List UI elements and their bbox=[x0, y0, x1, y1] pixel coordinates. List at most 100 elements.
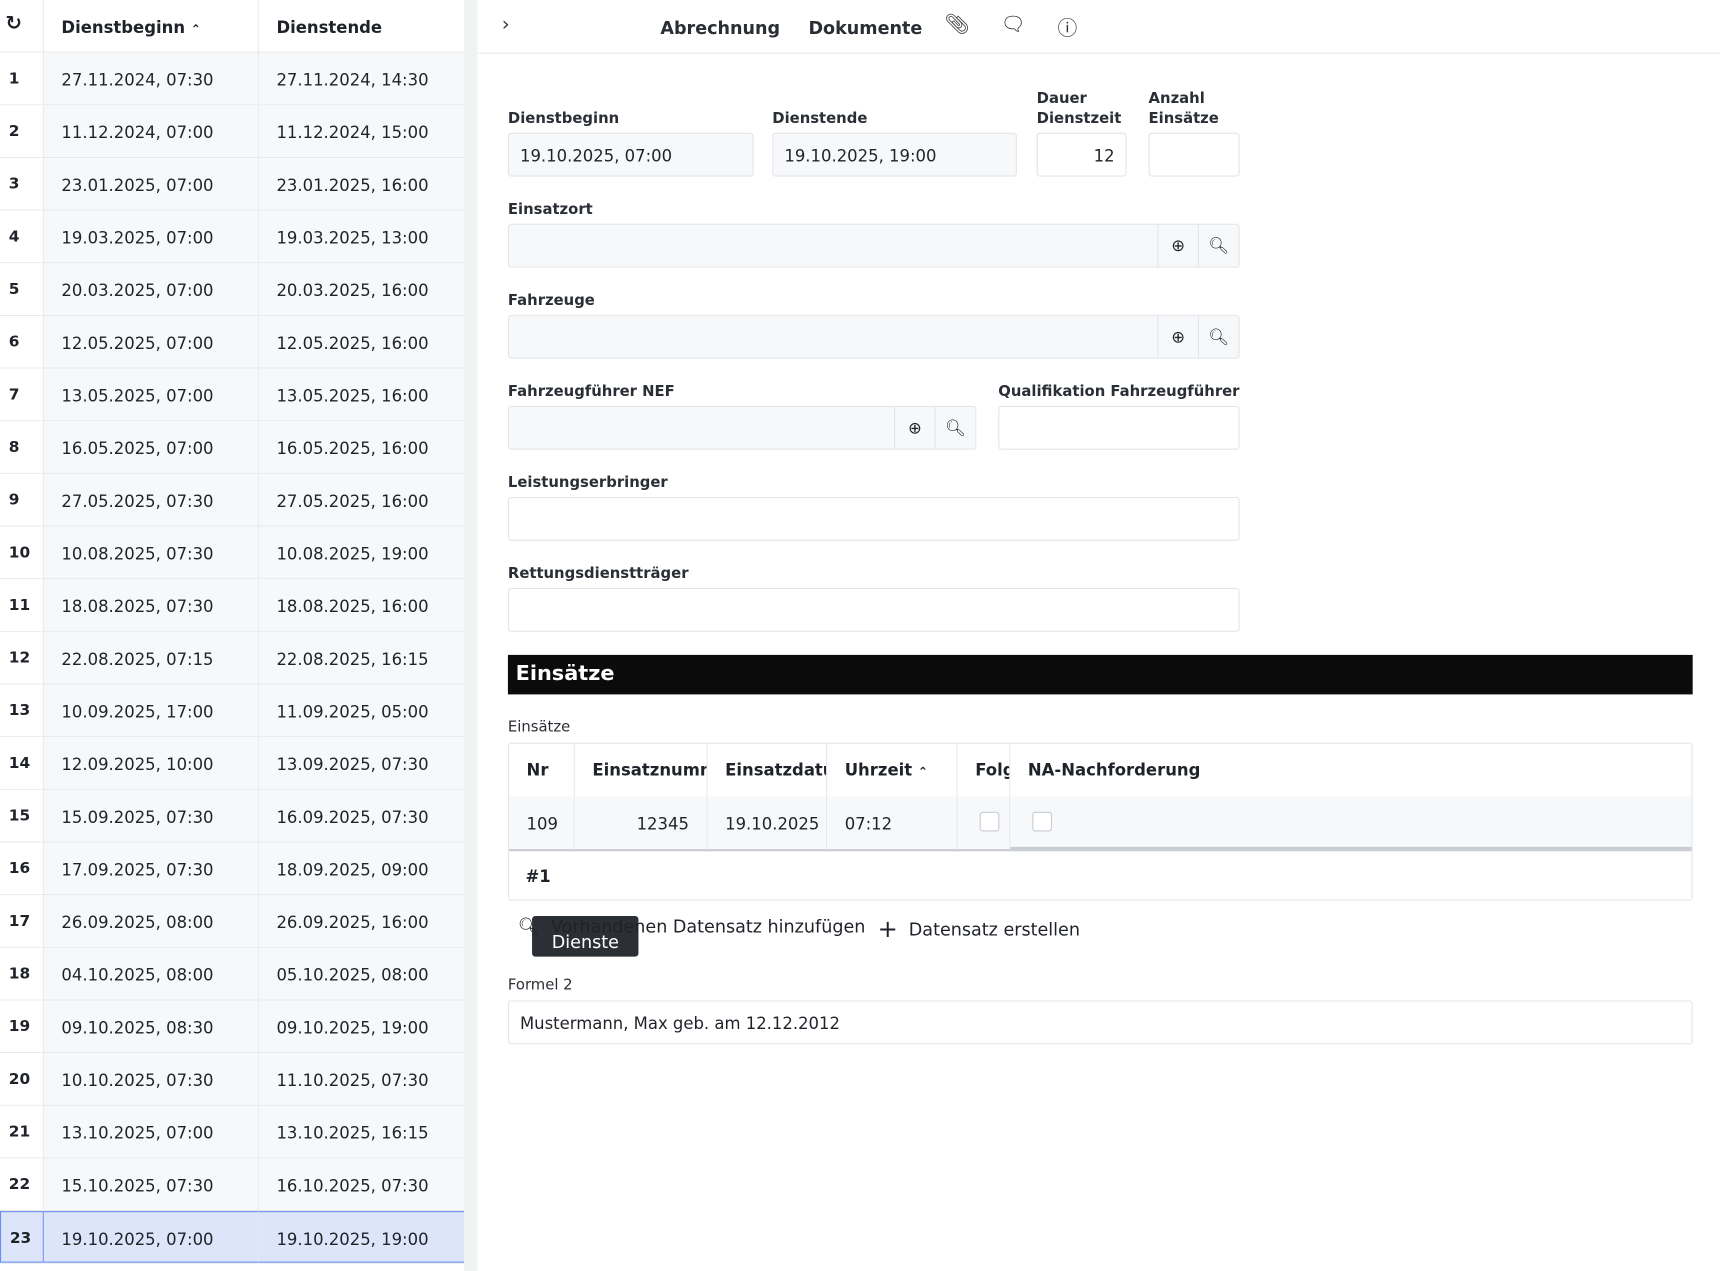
cell-dienstbeginn: 12.09.2025, 10:00 bbox=[43, 737, 259, 789]
tab-bar: › Dienste Abrechnung Dokumente 📎︎ 🗨︎ ⓘ bbox=[478, 0, 1720, 957]
row-number: 22 bbox=[0, 1158, 44, 1210]
plus-icon: + bbox=[877, 915, 898, 944]
row-number: 2 bbox=[0, 105, 44, 157]
col-nr[interactable]: Nr bbox=[509, 743, 575, 797]
list-row[interactable]: 8 16.05.2025, 07:00 16.05.2025, 16:00 bbox=[0, 421, 465, 474]
list-row[interactable]: 11 18.08.2025, 07:30 18.08.2025, 16:00 bbox=[0, 579, 465, 632]
column-header-dienstbeginn[interactable]: Dienstbeginn ⌃ bbox=[43, 0, 259, 52]
cell-uhrzeit: 07:12 bbox=[827, 796, 958, 850]
records-list: ↻ Dienstbeginn ⌃ Dienstende 1 27.11.2024,… bbox=[0, 0, 478, 1271]
cell-dienstende: 12.05.2025, 16:00 bbox=[258, 315, 465, 368]
row-number: 8 bbox=[0, 421, 44, 473]
list-row[interactable]: 23 19.10.2025, 07:00 19.10.2025, 19:00 bbox=[0, 1211, 465, 1264]
cell-dienstende: 18.09.2025, 09:00 bbox=[258, 842, 465, 895]
list-row[interactable]: 1 27.11.2024, 07:30 27.11.2024, 14:30 bbox=[0, 52, 465, 106]
cell-dienstende: 16.05.2025, 16:00 bbox=[258, 421, 465, 473]
label-qualifikation: Qualifikation Fahrzeugführer bbox=[998, 382, 1240, 401]
row-number: 13 bbox=[0, 684, 44, 737]
create-record-button[interactable]: + Datensatz erstellen bbox=[878, 916, 1080, 943]
col-na-nachforderung[interactable]: NA-Nachforderung bbox=[1010, 744, 1691, 797]
column-header-dienstende[interactable]: Dienstende bbox=[258, 0, 465, 52]
row-number: 19 bbox=[0, 1000, 44, 1053]
list-row[interactable]: 13 10.09.2025, 17:00 11.09.2025, 05:00 bbox=[0, 684, 465, 738]
search-icon: 🔍︎ bbox=[517, 915, 541, 937]
cell-dienstende: 22.08.2025, 16:15 bbox=[258, 631, 465, 684]
row-number: 23 bbox=[0, 1211, 44, 1263]
cell-dienstbeginn: 13.10.2025, 07:00 bbox=[43, 1105, 259, 1158]
list-row[interactable]: 3 23.01.2025, 07:00 23.01.2025, 16:00 bbox=[0, 157, 465, 211]
rettungsdienstraeger-field[interactable] bbox=[507, 587, 1240, 632]
fahrzeuge-field[interactable]: ⊕ 🔍︎ bbox=[507, 314, 1240, 359]
cell-dienstende: 26.09.2025, 16:00 bbox=[258, 895, 465, 947]
cell-dienstende: 11.10.2025, 07:30 bbox=[258, 1053, 465, 1105]
paperclip-icon[interactable]: 📎︎ bbox=[945, 13, 970, 37]
list-row[interactable]: 2 11.12.2024, 07:00 11.12.2024, 15:00 bbox=[0, 105, 465, 158]
tab-abrechnung[interactable]: Abrechnung bbox=[641, 7, 800, 48]
dauer-field[interactable]: 12 bbox=[1036, 132, 1127, 177]
tab-dokumente[interactable]: Dokumente bbox=[789, 7, 942, 48]
list-row[interactable]: 17 26.09.2025, 08:00 26.09.2025, 16:00 bbox=[0, 895, 465, 948]
na-nachforderung-checkbox[interactable] bbox=[1032, 811, 1053, 832]
col-einsatzdatum[interactable]: Einsatzdatum bbox=[708, 743, 828, 797]
col-folgeeinsatz[interactable]: Folgeeinsatz bbox=[958, 743, 1011, 797]
list-row[interactable]: 5 20.03.2025, 07:00 20.03.2025, 16:00 bbox=[0, 263, 465, 316]
cell-dienstende: 20.03.2025, 16:00 bbox=[258, 263, 465, 315]
list-row[interactable]: 21 13.10.2025, 07:00 13.10.2025, 16:15 bbox=[0, 1105, 465, 1159]
row-number: 10 bbox=[0, 526, 44, 579]
refresh-icon[interactable]: ↻ bbox=[0, 0, 44, 52]
comment-icon[interactable]: 🗨︎ bbox=[1000, 13, 1025, 37]
list-row[interactable]: 9 27.05.2025, 07:30 27.05.2025, 16:00 bbox=[0, 473, 465, 527]
leistungserbringer-field[interactable] bbox=[507, 496, 1240, 541]
list-row[interactable]: 10 10.08.2025, 07:30 10.08.2025, 19:00 bbox=[0, 526, 465, 580]
search-icon[interactable]: 🔍︎ bbox=[1197, 315, 1239, 358]
chevron-right-icon[interactable]: › bbox=[494, 13, 518, 37]
formel-2-field[interactable]: Mustermann, Max geb. am 12.12.2012 bbox=[507, 1000, 1693, 1045]
list-row[interactable]: 20 10.10.2025, 07:30 11.10.2025, 07:30 bbox=[0, 1053, 465, 1106]
list-row[interactable]: 18 04.10.2025, 08:00 05.10.2025, 08:00 bbox=[0, 947, 465, 1001]
list-row[interactable]: 14 12.09.2025, 10:00 13.09.2025, 07:30 bbox=[0, 737, 465, 790]
list-row[interactable]: 22 15.10.2025, 07:30 16.10.2025, 07:30 bbox=[0, 1158, 465, 1212]
list-row[interactable]: 12 22.08.2025, 07:15 22.08.2025, 16:15 bbox=[0, 631, 465, 685]
cell-dienstbeginn: 23.01.2025, 07:00 bbox=[43, 157, 259, 210]
col-uhrzeit[interactable]: Uhrzeit ⌃ bbox=[827, 743, 958, 797]
label-formel-2: Formel 2 bbox=[507, 976, 573, 994]
dienstbeginn-field[interactable]: 19.10.2025, 07:00 bbox=[507, 132, 754, 177]
list-row[interactable]: 4 19.03.2025, 07:00 19.03.2025, 13:00 bbox=[0, 210, 465, 264]
list-row[interactable]: 6 12.05.2025, 07:00 12.05.2025, 16:00 bbox=[0, 315, 465, 369]
list-row[interactable]: 7 13.05.2025, 07:00 13.05.2025, 16:00 bbox=[0, 368, 465, 422]
row-number: 6 bbox=[0, 315, 44, 368]
add-circle-icon[interactable]: ⊕ bbox=[1157, 224, 1198, 267]
cell-dienstbeginn: 04.10.2025, 08:00 bbox=[43, 947, 259, 1000]
row-number: 4 bbox=[0, 210, 44, 263]
cell-dienstende: 18.08.2025, 16:00 bbox=[258, 579, 465, 631]
search-icon[interactable]: 🔍︎ bbox=[1197, 224, 1239, 267]
list-scrollbar[interactable] bbox=[464, 0, 478, 1271]
add-circle-icon[interactable]: ⊕ bbox=[1157, 315, 1198, 358]
col-einsatznummer[interactable]: Einsatznummer bbox=[575, 743, 708, 797]
cell-dienstbeginn: 18.08.2025, 07:30 bbox=[43, 579, 259, 631]
einsatzort-field[interactable]: ⊕ 🔍︎ bbox=[507, 223, 1240, 268]
search-icon[interactable]: 🔍︎ bbox=[934, 406, 976, 449]
label-anzahl: Anzahl Einsätze bbox=[1148, 89, 1219, 128]
row-number: 20 bbox=[0, 1053, 44, 1105]
row-number: 17 bbox=[0, 895, 44, 947]
cell-dienstende: 19.03.2025, 13:00 bbox=[258, 210, 465, 263]
list-row[interactable]: 16 17.09.2025, 07:30 18.09.2025, 09:00 bbox=[0, 842, 465, 896]
info-icon[interactable]: ⓘ bbox=[1055, 13, 1079, 41]
folgeeinsatz-checkbox[interactable] bbox=[979, 811, 1000, 832]
fahrzeugfuehrer-field[interactable]: ⊕ 🔍︎ bbox=[507, 405, 977, 450]
cell-dienstende: 27.11.2024, 14:30 bbox=[258, 52, 465, 105]
add-existing-record-button[interactable]: 🔍︎ Vorhandenen Datensatz hinzufügen bbox=[518, 916, 866, 937]
list-row[interactable]: 15 15.09.2025, 07:30 16.09.2025, 07:30 bbox=[0, 789, 465, 843]
anzahl-field[interactable] bbox=[1148, 132, 1240, 177]
cell-dienstbeginn: 09.10.2025, 08:30 bbox=[43, 1000, 259, 1053]
list-row[interactable]: 19 09.10.2025, 08:30 09.10.2025, 19:00 bbox=[0, 1000, 465, 1054]
dienstende-field[interactable]: 19.10.2025, 19:00 bbox=[772, 132, 1017, 177]
add-circle-icon[interactable]: ⊕ bbox=[894, 406, 935, 449]
label-fahrzeugfuehrer: Fahrzeugführer NEF bbox=[507, 382, 675, 401]
qualifikation-field[interactable] bbox=[998, 405, 1240, 450]
cell-dienstbeginn: 10.08.2025, 07:30 bbox=[43, 526, 259, 579]
cell-na-nachforderung bbox=[1010, 796, 1692, 850]
cell-dienstende: 13.10.2025, 16:15 bbox=[258, 1105, 465, 1158]
cell-dienstende: 11.12.2024, 15:00 bbox=[258, 105, 465, 157]
